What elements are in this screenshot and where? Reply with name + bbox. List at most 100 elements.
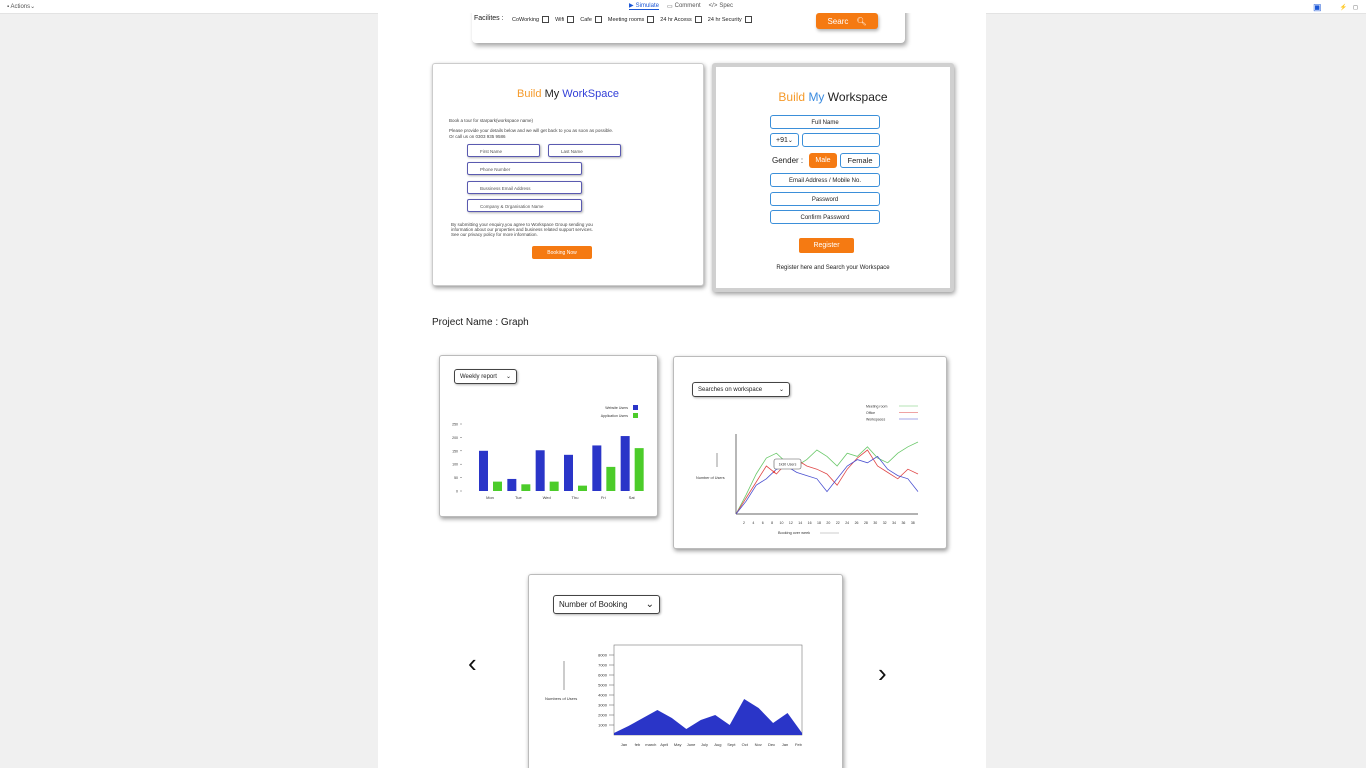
legend-swatch	[633, 405, 638, 410]
x-tick-label: 2	[743, 521, 745, 525]
phone-field[interactable]	[802, 133, 880, 147]
x-tick-label: 14	[798, 521, 802, 525]
prev-arrow-icon[interactable]: ‹	[468, 648, 477, 679]
next-arrow-icon[interactable]: ›	[878, 658, 887, 689]
x-tick-label: 34	[892, 521, 896, 525]
facilities-filter-bar: Facilites : CoWorking Wifi Cafe Meeting …	[472, 13, 905, 43]
register-button[interactable]: Register	[799, 238, 854, 253]
device-icon[interactable]: ▣	[1313, 2, 1322, 13]
bar-website-users	[564, 454, 573, 491]
y-tick-label: 250	[452, 423, 458, 427]
actions-label: Actions	[10, 4, 31, 10]
male-option[interactable]: Male	[809, 153, 837, 168]
intro-text: Or call us on 0303 935 9586	[449, 134, 506, 139]
area-series	[614, 699, 802, 735]
phone-field[interactable]: Phone Number	[467, 162, 582, 175]
email-field[interactable]: Bussiness Email Address	[467, 181, 582, 194]
confirm-password-field[interactable]: Confirm Password	[770, 210, 880, 224]
facilities-label: Facilites :	[474, 15, 504, 22]
series-line-workspaces	[735, 455, 919, 515]
project-name: Graph	[500, 317, 529, 328]
facility-label: 24 hr Security	[707, 16, 742, 23]
comment-label: Comment	[674, 3, 701, 9]
x-tick-label: 26	[855, 521, 859, 525]
last-name-field[interactable]: Last Name	[548, 144, 621, 157]
female-option[interactable]: Female	[840, 153, 880, 168]
checkbox[interactable]	[542, 16, 550, 23]
facility-24hr-access[interactable]: 24 hr Access	[660, 16, 702, 23]
x-tick-label: 30	[873, 521, 877, 525]
facility-wifi[interactable]: Wifi	[555, 16, 575, 23]
booking-now-button[interactable]: Booking Now	[532, 246, 592, 259]
country-code-select[interactable]: +91⌄	[770, 133, 799, 147]
x-tick-label: 38	[911, 521, 915, 525]
y-tick-label: 50	[454, 476, 458, 480]
bar-website-users	[620, 436, 630, 491]
actions-menu[interactable]: ▪ Actions⌄	[7, 3, 35, 10]
comment-tab[interactable]: ▭ Comment	[667, 2, 701, 10]
facility-cafe[interactable]: Cafe	[580, 16, 602, 23]
x-tick-label: 24	[845, 521, 849, 525]
checkbox[interactable]	[567, 16, 575, 23]
email-mobile-field[interactable]: Email Address / Mobile No.	[770, 173, 880, 187]
code-icon: </>	[708, 3, 718, 9]
facility-label: 24 hr Access	[660, 16, 692, 23]
prototype-canvas: Facilites : CoWorking Wifi Cafe Meeting …	[378, 13, 986, 768]
x-tick-label: Fri	[601, 495, 606, 500]
facility-24hr-security[interactable]: 24 hr Security	[708, 16, 752, 23]
x-tick-label: Oct	[742, 742, 749, 747]
x-tick-label: 6	[762, 521, 764, 525]
brand-title: Build My WorkSpace	[433, 88, 703, 100]
weekly-report-chart-card: Weekly report ⌄ 0 50 100 150 200 250 Mon Tue Wed T…	[439, 355, 658, 517]
x-tick-label: feb	[635, 742, 641, 747]
facility-label: Meeting rooms	[607, 16, 645, 23]
y-tick-label: 150	[452, 449, 458, 453]
bar-application-users	[493, 481, 502, 491]
brand-word: My	[808, 90, 825, 104]
bar-website-users	[507, 478, 517, 491]
company-field[interactable]: Company & Organisation Name	[467, 199, 582, 212]
lightning-icon[interactable]: ⚡	[1340, 4, 1347, 11]
chevron-down-icon: ⌄	[30, 4, 36, 10]
y-tick-label: 6000	[598, 673, 608, 678]
play-icon: ▶	[629, 3, 634, 9]
y-tick-label: 2000	[598, 713, 608, 718]
checkbox[interactable]	[647, 16, 655, 23]
x-tick-label: 10	[780, 521, 784, 525]
spec-tab[interactable]: </> Spec	[709, 2, 733, 10]
brand-word: My	[544, 88, 560, 100]
register-form: Build My Workspace Full Name +91⌄ Gender…	[712, 63, 954, 292]
x-tick-label: Sat	[629, 495, 636, 500]
password-field[interactable]: Password	[770, 192, 880, 206]
checkbox[interactable]	[694, 16, 702, 23]
x-tick-label: 32	[883, 521, 887, 525]
facility-coworking[interactable]: CoWorking	[512, 16, 550, 23]
y-axis-label: Number of Users	[696, 476, 725, 480]
country-code-value: +91	[776, 137, 788, 144]
brand-word: Build	[778, 90, 806, 104]
fullscreen-icon[interactable]: ◻	[1353, 4, 1358, 11]
bar-website-users	[535, 450, 545, 491]
full-name-field[interactable]: Full Name	[770, 115, 880, 129]
checkbox[interactable]	[744, 16, 752, 23]
simulate-tab[interactable]: ▶ Simulate	[629, 2, 659, 10]
first-name-field[interactable]: First Name	[467, 144, 540, 157]
y-tick-label: 4000	[598, 693, 608, 698]
bar-application-users	[634, 448, 644, 491]
x-tick-label: 22	[836, 521, 840, 525]
x-tick-label: 16	[808, 521, 812, 525]
bar-chart: 0 50 100 150 200 250 Mon Tue Wed Thu Fri Sat Website…	[452, 405, 644, 500]
bar-application-users	[549, 481, 559, 491]
x-tick-label: Mon	[486, 495, 494, 500]
intro-text: Please provide your details below and we…	[449, 128, 614, 133]
x-tick-label: May	[674, 742, 682, 747]
legend-label: Workspaces	[866, 418, 885, 422]
y-axis-label: Numbers of Users	[545, 696, 577, 701]
search-button[interactable]: Searc 🔍︎	[816, 13, 878, 29]
facility-meeting-rooms[interactable]: Meeting rooms	[607, 16, 655, 23]
x-axis-label: Booking over week	[778, 531, 810, 535]
facilities-list: CoWorking Wifi Cafe Meeting rooms 24 hr …	[512, 16, 752, 23]
facility-label: CoWorking	[512, 16, 540, 23]
y-tick-label: 1000	[598, 723, 608, 728]
checkbox[interactable]	[594, 16, 602, 23]
